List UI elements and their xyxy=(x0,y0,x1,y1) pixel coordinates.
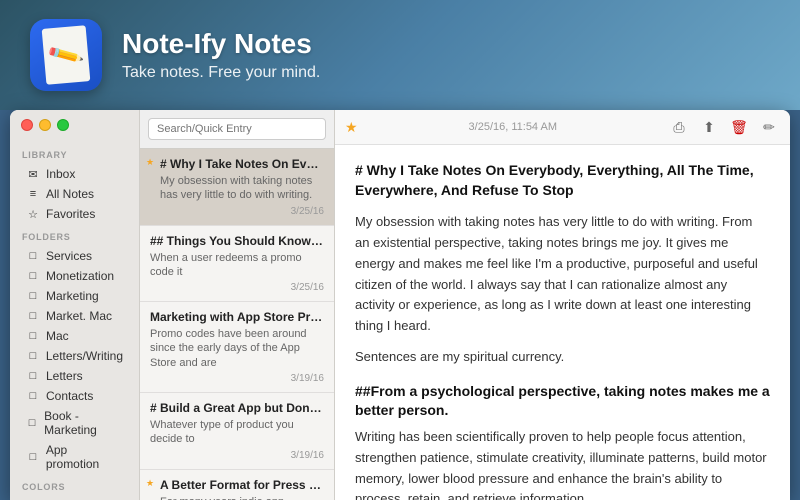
folder-icon: □ xyxy=(26,310,40,322)
sidebar-item-market-mac[interactable]: □ Market. Mac xyxy=(14,306,135,326)
note-title: # Build a Great App but Don't Forget... xyxy=(150,401,324,415)
star-icon[interactable]: ★ xyxy=(345,119,358,136)
sidebar-item-notes[interactable]: □ Services xyxy=(14,246,135,266)
editor-content: # Why I Take Notes On Everybody, Everyth… xyxy=(335,145,790,500)
note-preview: Whatever type of product you decide to xyxy=(150,418,324,447)
sidebar-item-label: Book - Marketing xyxy=(44,409,123,437)
allnotes-icon: ≡ xyxy=(26,188,40,200)
sidebar-item-label: Contacts xyxy=(46,389,93,403)
list-item[interactable]: ★ # Why I Take Notes On Everybody, E... … xyxy=(140,149,334,226)
note-date: 3/19/16 xyxy=(150,450,324,461)
sidebar-item-monetization[interactable]: □ Monetization xyxy=(14,266,135,286)
note-preview: When a user redeems a promo code it xyxy=(150,251,324,280)
notes-list: ★ # Why I Take Notes On Everybody, E... … xyxy=(140,110,335,500)
app-title: Note-Ify Notes xyxy=(122,28,320,60)
search-input[interactable] xyxy=(148,118,326,140)
folder-icon: □ xyxy=(26,451,40,463)
sidebar-item-white[interactable]: White xyxy=(14,496,135,500)
editor-paragraph: Writing has been scientifically proven t… xyxy=(355,427,770,500)
sidebar-item-marketing[interactable]: □ Marketing xyxy=(14,286,135,306)
note-date: 3/19/16 xyxy=(150,373,324,384)
note-title: ## Things You Should Know about Pr... xyxy=(150,234,324,248)
star-icon: ★ xyxy=(146,478,154,489)
inbox-icon: ✉ xyxy=(26,168,40,181)
star-icon: ★ xyxy=(146,157,154,168)
app-icon xyxy=(30,19,102,91)
app-window: LIBRARY ✉ Inbox ≡ All Notes ☆ Favorites … xyxy=(10,110,790,500)
search-bar xyxy=(140,110,334,149)
sidebar-item-label: Services xyxy=(46,249,92,263)
share-button[interactable]: ⎙ xyxy=(668,116,690,138)
sidebar-item-favorites[interactable]: ☆ Favorites xyxy=(14,204,135,224)
maximize-button[interactable] xyxy=(57,119,69,131)
editor-title: # Why I Take Notes On Everybody, Everyth… xyxy=(355,161,770,200)
delete-button[interactable]: 🗑 xyxy=(728,116,750,138)
favorites-icon: ☆ xyxy=(26,208,40,221)
sidebar-item-label: Marketing xyxy=(46,289,99,303)
editor-date: 3/25/16, 11:54 AM xyxy=(366,121,660,133)
sidebar-item-letters[interactable]: □ Letters xyxy=(14,366,135,386)
sidebar-item-label: Market. Mac xyxy=(46,309,112,323)
sidebar-item-label: Inbox xyxy=(46,167,75,181)
editor-paragraph: My obsession with taking notes has very … xyxy=(355,212,770,337)
note-date: 3/25/16 xyxy=(150,282,324,293)
list-item[interactable]: ## Things You Should Know about Pr... Wh… xyxy=(140,226,334,303)
folder-icon: □ xyxy=(26,270,40,282)
folder-icon: □ xyxy=(26,417,38,429)
editor-pane: ★ 3/25/16, 11:54 AM ⎙ ⬆ 🗑 ✏ # Why I Take… xyxy=(335,110,790,500)
list-item[interactable]: # Build a Great App but Don't Forget... … xyxy=(140,393,334,470)
edit-button[interactable]: ✏ xyxy=(758,116,780,138)
note-preview: Promo codes have been around since the e… xyxy=(150,327,324,370)
sidebar-item-allnotes[interactable]: ≡ All Notes xyxy=(14,184,135,204)
folders-header: FOLDERS xyxy=(10,224,139,246)
sidebar-item-label: Letters xyxy=(46,369,83,383)
sidebar-item-label: Mac xyxy=(46,329,69,343)
folder-icon: □ xyxy=(26,350,40,362)
sidebar-item-mac[interactable]: □ Mac xyxy=(14,326,135,346)
header-banner: Note-Ify Notes Take notes. Free your min… xyxy=(0,0,800,110)
editor-toolbar: ★ 3/25/16, 11:54 AM ⎙ ⬆ 🗑 ✏ xyxy=(335,110,790,145)
folder-icon: □ xyxy=(26,250,40,262)
close-button[interactable] xyxy=(21,119,33,131)
app-tagline: Take notes. Free your mind. xyxy=(122,64,320,82)
folder-icon: □ xyxy=(26,330,40,342)
export-button[interactable]: ⬆ xyxy=(698,116,720,138)
note-preview: For many years indie app developers have… xyxy=(150,495,324,500)
sidebar-item-label: All Notes xyxy=(46,187,94,201)
note-title: A Better Format for Press Kits xyxy=(150,478,324,492)
header-text: Note-Ify Notes Take notes. Free your min… xyxy=(122,28,320,82)
sidebar: LIBRARY ✉ Inbox ≡ All Notes ☆ Favorites … xyxy=(10,110,140,500)
editor-paragraph: Sentences are my spiritual currency. xyxy=(355,347,770,368)
colors-header: COLORS xyxy=(10,474,139,496)
editor-section-title: ##From a psychological perspective, taki… xyxy=(355,382,770,421)
sidebar-item-inbox[interactable]: ✉ Inbox xyxy=(14,164,135,184)
editor-body: My obsession with taking notes has very … xyxy=(355,212,770,500)
sidebar-item-letters-writing[interactable]: □ Letters/Writing xyxy=(14,346,135,366)
sidebar-item-app-promotion[interactable]: □ App promotion xyxy=(14,440,135,474)
sidebar-item-contacts[interactable]: □ Contacts xyxy=(14,386,135,406)
folder-icon: □ xyxy=(26,390,40,402)
title-bar xyxy=(13,113,77,137)
sidebar-item-label: Monetization xyxy=(46,269,114,283)
sidebar-item-label: Favorites xyxy=(46,207,95,221)
note-title: # Why I Take Notes On Everybody, E... xyxy=(150,157,324,171)
folder-icon: □ xyxy=(26,370,40,382)
sidebar-item-label: App promotion xyxy=(46,443,123,471)
list-item[interactable]: Marketing with App Store Promo Co... Pro… xyxy=(140,302,334,393)
sidebar-item-label: Letters/Writing xyxy=(46,349,123,363)
library-header: LIBRARY xyxy=(10,142,139,164)
minimize-button[interactable] xyxy=(39,119,51,131)
folder-icon: □ xyxy=(26,290,40,302)
note-preview: My obsession with taking notes has very … xyxy=(150,174,324,203)
note-date: 3/25/16 xyxy=(150,206,324,217)
list-item[interactable]: ★ A Better Format for Press Kits For man… xyxy=(140,470,334,500)
note-title: Marketing with App Store Promo Co... xyxy=(150,310,324,324)
sidebar-item-book-marketing[interactable]: □ Book - Marketing xyxy=(14,406,135,440)
